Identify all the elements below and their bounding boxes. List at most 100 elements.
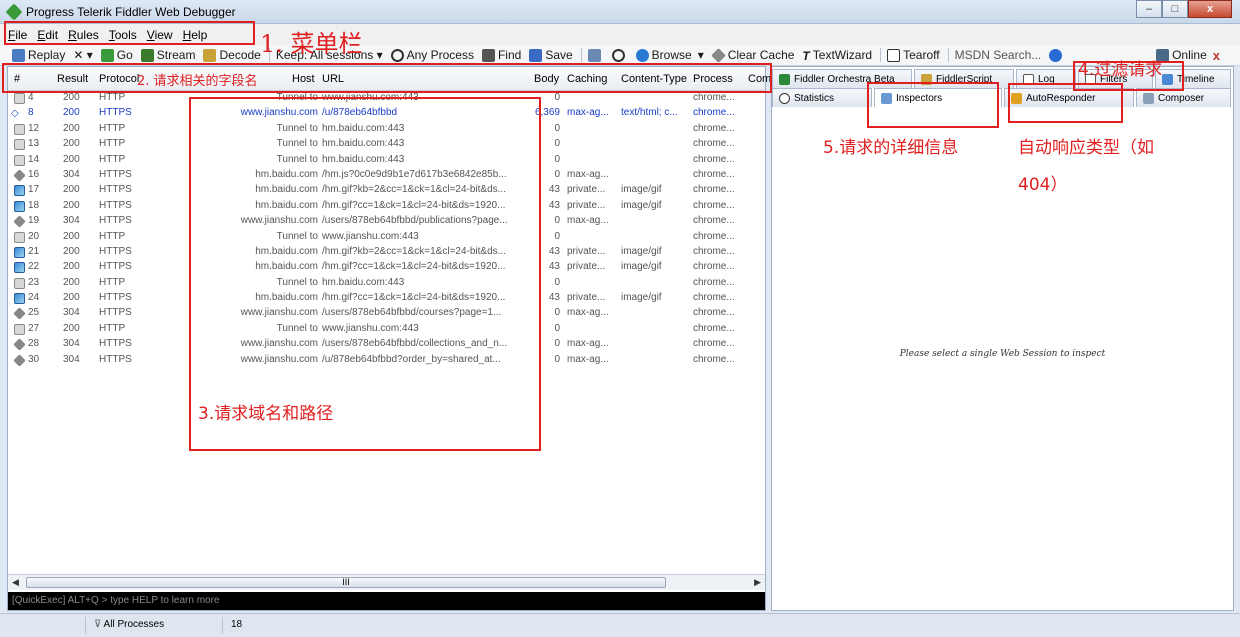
clear-cache-icon: [710, 47, 726, 63]
clear-cache-button[interactable]: Clear Cache: [710, 47, 795, 63]
scroll-left-icon[interactable]: ◀: [12, 577, 19, 588]
session-id: 8: [28, 107, 34, 119]
session-result: 200: [63, 138, 80, 150]
session-protocol: HTTPS: [99, 292, 132, 304]
session-id: 18: [28, 199, 40, 211]
session-id: 17: [28, 184, 40, 196]
quickexec-input[interactable]: [QuickExec] ALT+Q > type HELP to learn m…: [8, 592, 765, 610]
help-icon: [1049, 48, 1063, 62]
session-content-type: image/gif: [621, 261, 662, 273]
session-result: 304: [63, 307, 80, 319]
horizontal-scrollbar[interactable]: ◀ III ▶: [8, 574, 765, 590]
replay-label: Replay: [28, 48, 66, 62]
stream-button[interactable]: Stream: [140, 48, 195, 62]
help-button[interactable]: [1049, 48, 1065, 62]
session-process: chrome...: [693, 307, 735, 319]
tearoff-label: Tearoff: [903, 48, 940, 62]
session-process: chrome...: [693, 122, 735, 134]
session-protocol: HTTP: [99, 153, 126, 165]
maximize-button[interactable]: □: [1162, 0, 1188, 18]
arrows-icon: ◇: [11, 108, 19, 120]
tab-statistics[interactable]: Statistics: [772, 88, 872, 107]
session-protocol: HTTPS: [99, 353, 132, 365]
session-count: 18: [222, 617, 282, 634]
find-button[interactable]: Find: [481, 48, 522, 62]
filter-funnel-icon: ⊽: [94, 619, 104, 630]
session-process: chrome...: [693, 261, 735, 273]
session-caching: private...: [567, 292, 606, 304]
session-content-type: image/gif: [621, 184, 662, 196]
decode-button[interactable]: Decode: [203, 48, 261, 62]
session-caching: max-ag...: [567, 168, 609, 180]
camera-icon: [587, 48, 601, 62]
close-toolbar-icon[interactable]: x: [1213, 48, 1220, 63]
toolbar-separator: [880, 48, 882, 62]
session-content-type: image/gif: [621, 292, 662, 304]
session-result: 200: [63, 107, 80, 119]
stream-icon: [140, 48, 154, 62]
session-id: 21: [28, 245, 40, 257]
lock-icon: [14, 139, 25, 151]
session-protocol: HTTPS: [99, 107, 132, 119]
go-button[interactable]: Go: [100, 48, 133, 62]
session-result: 200: [63, 92, 80, 103]
textwizard-button[interactable]: T TextWizard: [802, 48, 873, 63]
session-id: 12: [28, 122, 40, 134]
textwizard-label: TextWizard: [812, 48, 873, 62]
any-process-button[interactable]: Any Process: [390, 48, 474, 62]
lock-icon: [14, 323, 25, 335]
session-result: 200: [63, 322, 80, 334]
go-icon: [100, 48, 114, 62]
clear-cache-label: Clear Cache: [727, 48, 795, 62]
replay-button[interactable]: Replay: [12, 48, 65, 62]
session-id: 19: [28, 215, 40, 227]
session-process: chrome...: [693, 338, 735, 350]
session-protocol: HTTPS: [99, 245, 132, 257]
session-id: 27: [28, 322, 40, 334]
session-process: chrome...: [693, 92, 735, 103]
session-caching: max-ag...: [567, 215, 609, 227]
session-caching: max-ag...: [567, 338, 609, 350]
annotation-inspectors-label: 5.请求的详细信息: [823, 138, 959, 158]
annotation-box-host-url: [189, 97, 541, 451]
minimize-button[interactable]: –: [1136, 0, 1162, 18]
session-caching: max-ag...: [567, 353, 609, 365]
replay-icon: [12, 48, 25, 62]
session-protocol: HTTP: [99, 122, 126, 134]
any-process-label: Any Process: [406, 48, 474, 62]
tearoff-icon: [887, 48, 901, 62]
msdn-search-input[interactable]: MSDN Search...: [955, 48, 1042, 62]
process-filter[interactable]: ⊽ All Processes: [85, 617, 221, 634]
session-process: chrome...: [693, 184, 735, 196]
lock-icon: [14, 277, 25, 289]
session-result: 200: [63, 261, 80, 273]
decode-label: Decode: [219, 48, 261, 62]
textwizard-icon: T: [802, 48, 810, 63]
session-process: chrome...: [693, 245, 735, 257]
session-id: 25: [28, 307, 40, 319]
timer-button[interactable]: [611, 48, 628, 62]
remove-button[interactable]: ✕ ▾: [73, 48, 92, 62]
image-icon: [14, 262, 25, 274]
browse-button[interactable]: Browse ▾: [635, 48, 704, 62]
session-result: 200: [63, 184, 80, 196]
session-protocol: HTTP: [99, 230, 126, 242]
session-protocol: HTTP: [99, 322, 126, 334]
diamond-icon: [13, 169, 26, 182]
scrollbar-thumb[interactable]: III: [26, 577, 666, 588]
screenshot-button[interactable]: [587, 48, 604, 62]
session-caching: private...: [567, 199, 606, 211]
scroll-right-icon[interactable]: ▶: [754, 577, 761, 588]
online-label: Online: [1172, 48, 1207, 62]
save-label: Save: [545, 48, 573, 62]
save-icon: [529, 48, 543, 62]
ie-icon: [635, 48, 649, 62]
find-label: Find: [497, 48, 522, 62]
session-result: 304: [63, 215, 80, 227]
session-protocol: HTTPS: [99, 261, 132, 273]
close-button[interactable]: x: [1188, 0, 1232, 18]
window-title: Progress Telerik Fiddler Web Debugger: [26, 5, 236, 19]
save-button[interactable]: Save: [529, 48, 573, 62]
session-result: 200: [63, 230, 80, 242]
tearoff-button[interactable]: Tearoff: [887, 48, 940, 62]
